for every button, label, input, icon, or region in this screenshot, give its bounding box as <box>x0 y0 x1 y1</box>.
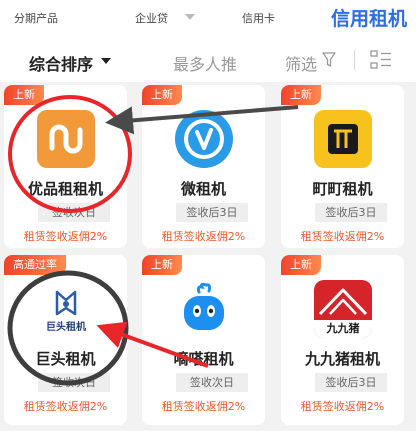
jutou-logo-text: 巨头租机 <box>46 322 86 333</box>
new-badge: 上新 <box>281 255 321 275</box>
new-badge: 上新 <box>142 255 182 275</box>
product-card[interactable]: 高通过率 巨头租机 巨头租机 签收次日 租赁签收返佣2% <box>4 255 127 425</box>
upin-logo-icon <box>37 110 95 168</box>
settlement-tag: 签收后3日 <box>315 373 387 392</box>
tab-credit-card[interactable]: 信用卡 <box>242 10 275 26</box>
blue-mascot-logo-icon <box>175 280 233 338</box>
product-name: 九九猪租机 <box>304 350 380 368</box>
sort-bar: 综合排序 最多人推 筛选 <box>0 38 416 82</box>
tab-business-loan[interactable]: 企业贷 <box>135 10 168 26</box>
product-card[interactable]: 上新 町町租机 签收后3日 租赁签收返佣2% <box>281 85 404 248</box>
settlement-tag: 签收次日 <box>176 373 248 392</box>
settlement-tag: 签收后3日 <box>315 203 387 222</box>
sort-comprehensive[interactable]: 综合排序 <box>29 51 93 75</box>
rebate-text: 租赁签收返佣2% <box>300 400 385 413</box>
dingding-logo-icon <box>314 110 372 168</box>
settlement-tag: 签收次日 <box>38 373 110 392</box>
layout-toggle-icon[interactable] <box>370 50 392 70</box>
tab-credit-rental[interactable]: 信用租机 <box>331 4 407 31</box>
new-badge: 上新 <box>281 85 321 105</box>
settlement-tag: 签收后3日 <box>176 203 248 222</box>
product-card[interactable]: 上新 微租机 签收后3日 租赁签收返佣2% <box>142 85 265 248</box>
product-name: 町町租机 <box>312 180 373 198</box>
product-card[interactable]: 上新 优品租租机 签收次日 租赁签收返佣2% <box>4 85 127 248</box>
divider <box>354 50 355 70</box>
rebate-text: 租赁签收返佣2% <box>161 230 246 243</box>
jiujiuzhu-logo-text: 九九猪 <box>314 320 372 338</box>
rebate-text: 租赁签收返佣2% <box>23 400 108 413</box>
product-name: 微租机 <box>180 180 226 198</box>
new-badge: 上新 <box>4 85 44 105</box>
chevron-down-icon[interactable] <box>185 14 195 20</box>
chevron-down-icon[interactable] <box>101 58 111 64</box>
category-tabs: 分期产品 企业贷 信用卡 信用租机 <box>0 0 416 38</box>
high-approval-badge: 高通过率 <box>4 255 66 275</box>
new-badge: 上新 <box>142 85 182 105</box>
tab-installment[interactable]: 分期产品 <box>14 10 58 26</box>
rebate-text: 租赁签收返佣2% <box>23 230 108 243</box>
sort-most-recommended[interactable]: 最多人推 <box>173 51 237 75</box>
product-name: 嘀嗒租机 <box>173 350 234 368</box>
settlement-tag: 签收次日 <box>38 203 110 222</box>
rebate-text: 租赁签收返佣2% <box>161 400 246 413</box>
filter-icon[interactable] <box>322 52 336 68</box>
product-card[interactable]: 上新 九九猪 九九猪租机 签收后3日 租赁签收返佣2% <box>281 255 404 425</box>
jiujiuzhu-logo-icon: 九九猪 <box>314 280 372 338</box>
product-name: 优品租租机 <box>27 180 103 198</box>
jutou-logo-icon: 巨头租机 <box>37 280 95 338</box>
filter-button[interactable]: 筛选 <box>285 51 317 75</box>
screen: 分期产品 企业贷 信用卡 信用租机 综合排序 最多人推 筛选 上新 优品租租机 … <box>0 0 416 431</box>
rebate-text: 租赁签收返佣2% <box>300 230 385 243</box>
product-card[interactable]: 上新 嘀嗒租机 签收次日 租赁签收返佣2% <box>142 255 265 425</box>
v-circle-logo-icon <box>175 110 233 168</box>
product-name: 巨头租机 <box>35 350 96 368</box>
